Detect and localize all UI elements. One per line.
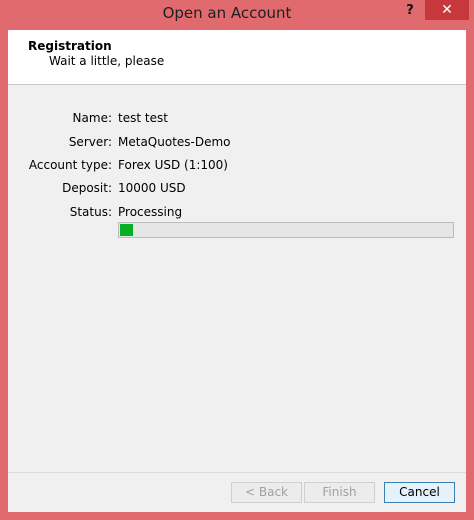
help-button[interactable]: ? [396, 1, 424, 21]
back-button[interactable]: < Back [231, 482, 302, 503]
name-label: Name: [72, 111, 112, 125]
finish-button[interactable]: Finish [304, 482, 375, 503]
dialog-body: Registration Wait a little, please Name:… [8, 30, 466, 512]
progress-bar [118, 222, 454, 238]
dialog-window: Open an Account ? ✕ Registration Wait a … [0, 0, 474, 520]
close-icon: ✕ [441, 2, 453, 18]
header-title: Registration [28, 39, 112, 53]
progress-fill [120, 224, 133, 236]
cancel-button[interactable]: Cancel [384, 482, 455, 503]
server-value: MetaQuotes-Demo [118, 135, 231, 149]
title-bar[interactable]: Open an Account ? ✕ [0, 0, 474, 28]
name-value: test test [118, 111, 168, 125]
window-title: Open an Account [162, 4, 292, 22]
close-button[interactable]: ✕ [425, 0, 469, 20]
status-value: Processing [118, 205, 183, 219]
account-type-value: Forex USD (1:100) [118, 158, 228, 172]
deposit-value: 10000 USD [118, 181, 186, 195]
header-subtitle: Wait a little, please [49, 54, 165, 68]
footer-divider [8, 472, 466, 473]
wizard-header: Registration Wait a little, please [8, 30, 466, 85]
deposit-label: Deposit: [62, 181, 112, 195]
status-label: Status: [69, 205, 112, 219]
account-type-label: Account type: [28, 158, 112, 172]
server-label: Server: [68, 135, 112, 149]
